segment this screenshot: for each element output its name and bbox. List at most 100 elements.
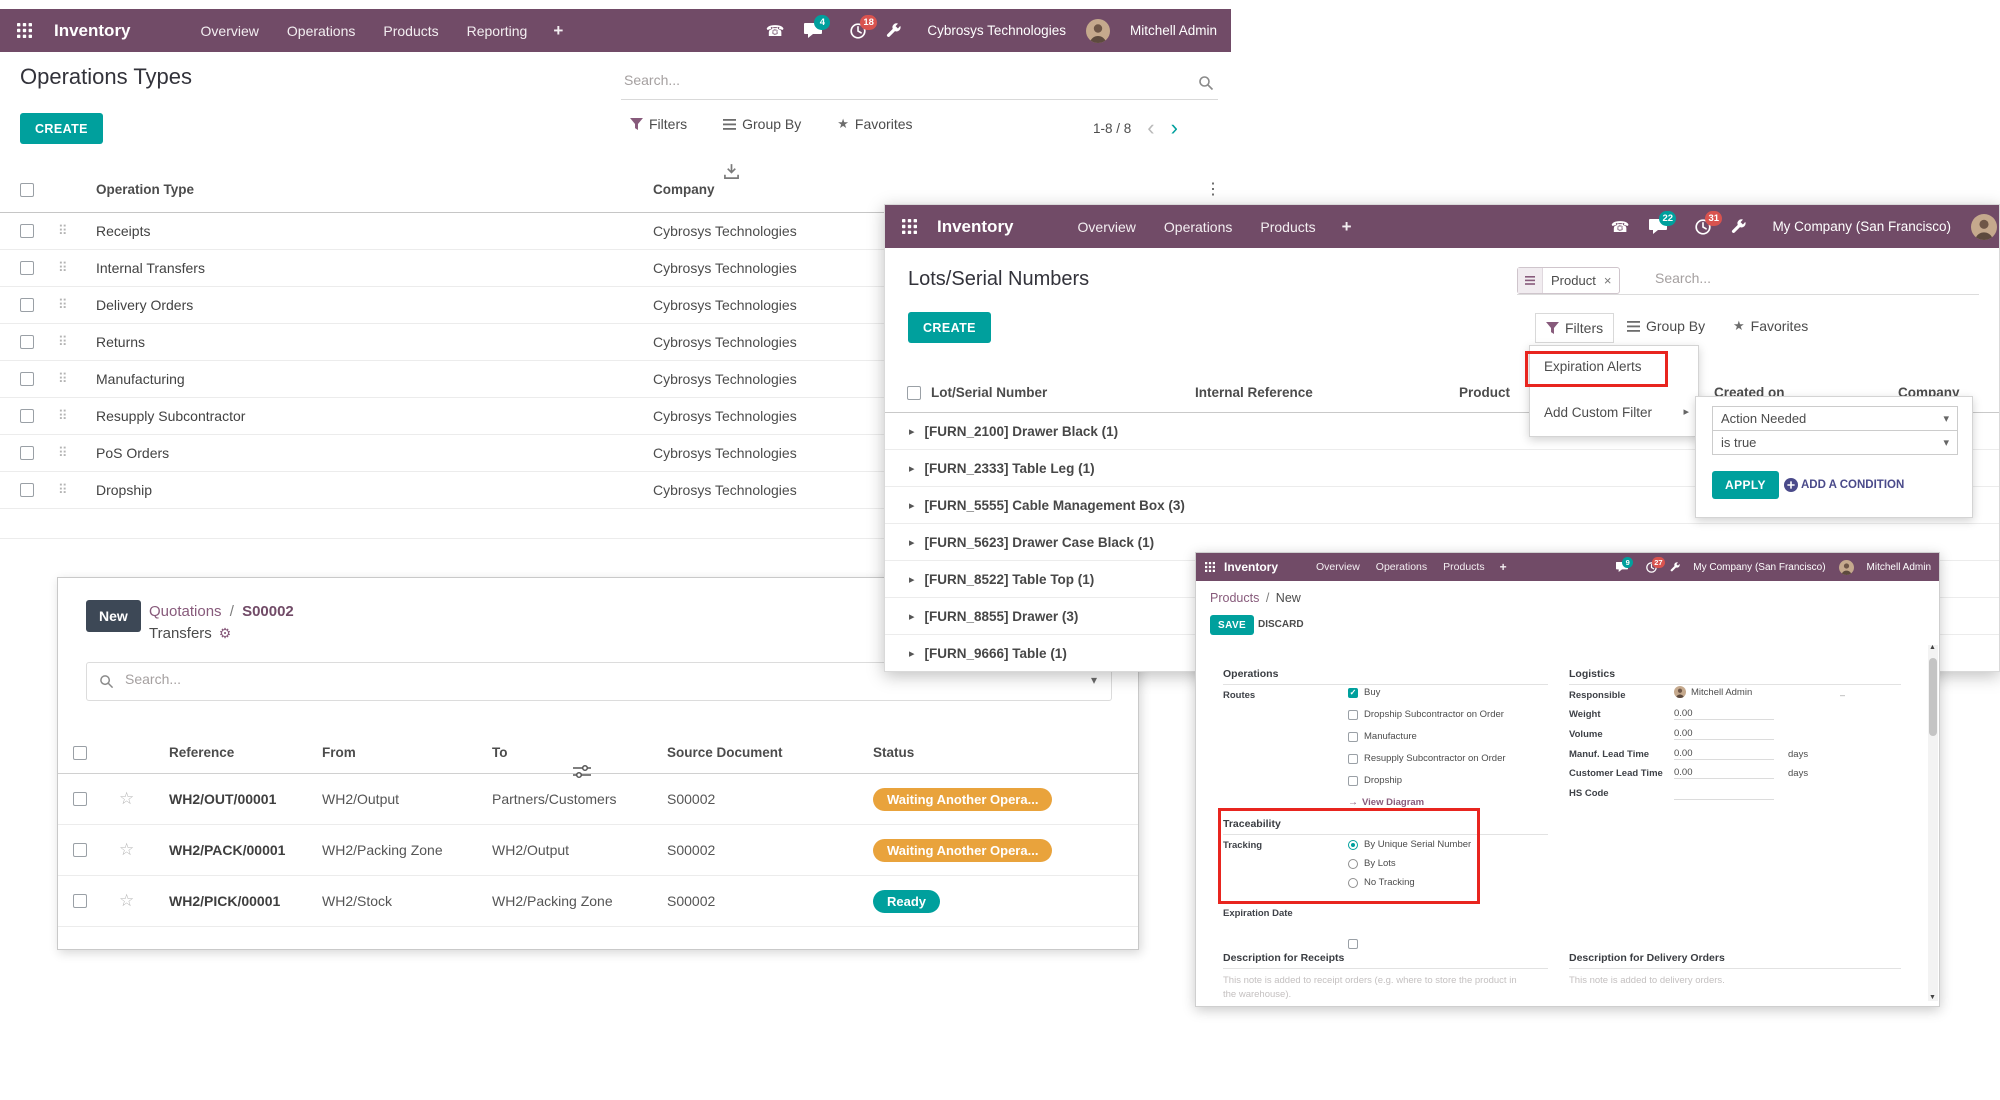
- row-checkbox[interactable]: [20, 298, 34, 312]
- view-diagram-link[interactable]: → View Diagram: [1348, 797, 1424, 808]
- row-checkbox[interactable]: [20, 224, 34, 238]
- activities-icon[interactable]: 27: [1646, 562, 1657, 573]
- tracking-option[interactable]: By Lots: [1348, 858, 1396, 869]
- hs-code-input[interactable]: [1674, 787, 1774, 800]
- user-name[interactable]: Mitchell Admin: [1130, 23, 1217, 38]
- search-facet-product[interactable]: Product ×: [1517, 267, 1620, 294]
- route-option[interactable]: Resupply Subcontractor on Order: [1348, 753, 1506, 764]
- filter-operator-select[interactable]: is true ▾: [1712, 430, 1958, 455]
- action-gear-icon[interactable]: ⚙: [219, 625, 232, 642]
- route-option[interactable]: Dropship Subcontractor on Order: [1348, 709, 1504, 720]
- developer-tools-icon[interactable]: [1731, 219, 1746, 234]
- radio-unique-serial[interactable]: [1348, 840, 1358, 850]
- nav-overview[interactable]: Overview: [187, 23, 273, 39]
- row-checkbox[interactable]: [20, 446, 34, 460]
- select-all-checkbox[interactable]: [73, 746, 87, 760]
- favorite-star-icon[interactable]: ☆: [119, 891, 134, 911]
- checkbox-resupply-subcontractor[interactable]: [1348, 754, 1358, 764]
- plus-icon[interactable]: +: [1493, 560, 1514, 574]
- expand-icon[interactable]: ▸: [909, 499, 915, 512]
- expand-icon[interactable]: ▸: [909, 462, 915, 475]
- company-name[interactable]: Cybrosys Technologies: [927, 23, 1066, 38]
- scroll-thumb[interactable]: [1929, 658, 1937, 736]
- col-product[interactable]: Product: [1459, 385, 1510, 400]
- weight-input[interactable]: 0.00: [1674, 708, 1774, 720]
- col-status[interactable]: Status: [873, 745, 914, 760]
- avatar[interactable]: [1971, 214, 1997, 240]
- row-checkbox[interactable]: [20, 483, 34, 497]
- favorite-star-icon[interactable]: ☆: [119, 840, 134, 860]
- filter-field-select[interactable]: Action Needed ▾: [1712, 406, 1958, 431]
- search-input[interactable]: [125, 671, 1025, 687]
- nav-products[interactable]: Products: [369, 23, 452, 39]
- row-checkbox[interactable]: [73, 792, 87, 806]
- nav-overview[interactable]: Overview: [1064, 219, 1150, 235]
- expand-icon[interactable]: ▸: [909, 425, 915, 438]
- developer-tools-icon[interactable]: [886, 23, 901, 38]
- col-company[interactable]: Company: [653, 182, 715, 197]
- avatar[interactable]: [1086, 19, 1110, 43]
- scroll-down-icon[interactable]: ▼: [1929, 994, 1936, 1001]
- row-checkbox[interactable]: [73, 843, 87, 857]
- drag-handle-icon[interactable]: ⠿: [58, 482, 96, 498]
- scrollbar[interactable]: ▲ ▼: [1928, 645, 1938, 1001]
- row-checkbox[interactable]: [20, 372, 34, 386]
- table-row[interactable]: ☆ WH2/OUT/00001 WH2/Output Partners/Cust…: [58, 774, 1138, 825]
- messages-icon[interactable]: 9: [1616, 562, 1628, 572]
- menu-item-expiration-alerts[interactable]: Expiration Alerts: [1544, 359, 1642, 374]
- activities-icon[interactable]: 18: [850, 23, 866, 39]
- apps-menu-icon[interactable]: [1204, 561, 1216, 573]
- drag-handle-icon[interactable]: ⠿: [58, 334, 96, 350]
- facet-remove-icon[interactable]: ×: [1602, 273, 1620, 288]
- save-button[interactable]: SAVE: [1210, 615, 1254, 635]
- search-input[interactable]: [1655, 270, 1935, 286]
- tracking-option[interactable]: No Tracking: [1348, 877, 1415, 888]
- search-dropdown-caret-icon[interactable]: ▾: [1091, 673, 1097, 687]
- plus-icon[interactable]: +: [1330, 217, 1364, 237]
- search-input[interactable]: [624, 72, 1164, 88]
- responsible-field[interactable]: Mitchell Admin: [1674, 686, 1752, 698]
- add-condition-button[interactable]: ADD A CONDITION: [1784, 478, 1904, 492]
- drag-handle-icon[interactable]: ⠿: [58, 223, 96, 239]
- radio-by-lots[interactable]: [1348, 859, 1358, 869]
- create-button[interactable]: CREATE: [908, 312, 991, 343]
- breadcrumb-products[interactable]: Products: [1210, 591, 1259, 605]
- drag-handle-icon[interactable]: ⠿: [58, 408, 96, 424]
- expand-icon[interactable]: ▸: [909, 647, 915, 660]
- developer-tools-icon[interactable]: [1670, 562, 1680, 572]
- activities-icon[interactable]: 31: [1695, 219, 1711, 235]
- apps-menu-icon[interactable]: [14, 21, 34, 41]
- company-name[interactable]: My Company (San Francisco): [1772, 219, 1951, 234]
- nav-products[interactable]: Products: [1246, 219, 1329, 235]
- expand-icon[interactable]: ▸: [909, 573, 915, 586]
- breadcrumb-quotations[interactable]: Quotations: [149, 603, 222, 620]
- drag-handle-icon[interactable]: ⠿: [58, 445, 96, 461]
- user-name[interactable]: Mitchell Admin: [1867, 562, 1931, 573]
- table-row[interactable]: ☆ WH2/PACK/00001 WH2/Packing Zone WH2/Ou…: [58, 825, 1138, 876]
- checkbox-buy[interactable]: [1348, 688, 1358, 698]
- checkbox-dropship-subcontractor[interactable]: [1348, 710, 1358, 720]
- nav-operations[interactable]: Operations: [1368, 561, 1435, 573]
- drag-handle-icon[interactable]: ⠿: [58, 260, 96, 276]
- pager-prev-icon[interactable]: ‹: [1147, 119, 1154, 137]
- col-source-document[interactable]: Source Document: [667, 745, 783, 760]
- apps-menu-icon[interactable]: [899, 217, 919, 237]
- create-button[interactable]: CREATE: [20, 113, 103, 144]
- filters-button[interactable]: Filters: [1535, 313, 1614, 343]
- groupby-button[interactable]: Group By: [723, 116, 801, 132]
- col-internal-reference[interactable]: Internal Reference: [1195, 385, 1313, 400]
- company-name[interactable]: My Company (San Francisco): [1693, 562, 1825, 573]
- drag-handle-icon[interactable]: ⠿: [58, 371, 96, 387]
- expand-icon[interactable]: ▸: [909, 536, 915, 549]
- nav-operations[interactable]: Operations: [273, 23, 369, 39]
- pager-next-icon[interactable]: ›: [1171, 119, 1178, 137]
- radio-no-tracking[interactable]: [1348, 878, 1358, 888]
- expand-icon[interactable]: ▸: [909, 610, 915, 623]
- col-from[interactable]: From: [322, 745, 356, 760]
- expiration-date-checkbox[interactable]: [1348, 939, 1358, 949]
- receipts-description-placeholder[interactable]: This note is added to receipt orders (e.…: [1223, 974, 1523, 1003]
- nav-operations[interactable]: Operations: [1150, 219, 1246, 235]
- app-name[interactable]: Inventory: [54, 21, 131, 41]
- search-icon[interactable]: [1198, 75, 1214, 96]
- avatar[interactable]: [1839, 560, 1854, 575]
